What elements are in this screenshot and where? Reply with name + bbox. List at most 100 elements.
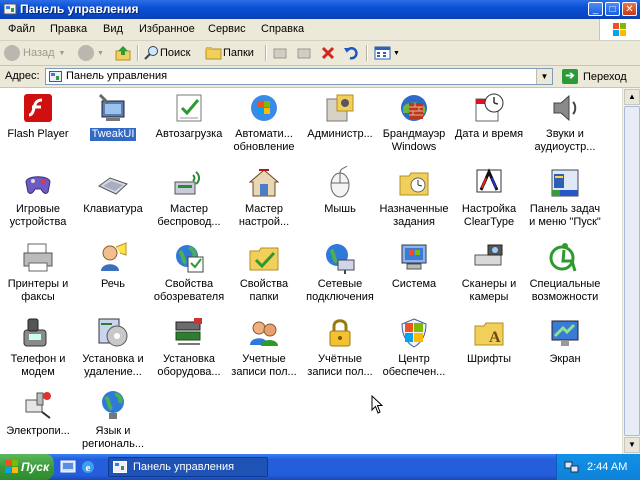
menu-bar: Файл Правка Вид Избранное Сервис Справка (0, 19, 640, 41)
taskbar: Пуск e Панель управления 2:44 AM (0, 454, 640, 480)
item-label: Установка и удаление... (82, 353, 144, 378)
taskbar-window-control-panel[interactable]: Панель управления (108, 457, 268, 477)
item-label: Телефон и модем (10, 353, 66, 378)
control-panel-item-add-remove[interactable]: Установка и удаление... (75, 316, 151, 379)
item-label: Сетевые подключения (306, 278, 374, 303)
control-panel-item-network-connections[interactable]: Сетевые подключения (302, 241, 378, 304)
scroll-down-button[interactable]: ▼ (624, 437, 640, 453)
control-panel-item-cleartype[interactable]: Настройка ClearType (451, 166, 527, 229)
system-icon (397, 241, 431, 275)
item-label: Дата и время (454, 128, 524, 140)
copy-to-button[interactable] (296, 44, 312, 62)
control-panel-item-folder-options[interactable]: Свойства папки (226, 241, 302, 304)
control-panel-item-fonts[interactable]: A Шрифты (451, 316, 527, 366)
scroll-thumb[interactable] (624, 106, 640, 436)
chevron-down-icon: ▼ (58, 49, 66, 57)
control-panel-item-display[interactable]: Экран (527, 316, 603, 366)
up-folder-icon (115, 46, 131, 61)
control-panel-item-scanner[interactable]: Сканеры и камеры (451, 241, 527, 304)
item-label: TweakUI (89, 128, 137, 141)
folders-button[interactable]: Папки (205, 44, 254, 62)
address-input[interactable]: Панель управления ▼ (45, 68, 553, 85)
internet-explorer-icon[interactable]: e (80, 459, 96, 475)
move-to-icon (273, 48, 287, 59)
control-panel-item-windows-update[interactable]: Автомати... обновление (226, 91, 302, 154)
control-panel-item-scheduled-tasks[interactable]: Назначенные задания (376, 166, 452, 229)
control-panel-item-internet-options[interactable]: Свойства обозревателя (151, 241, 227, 304)
control-panel-item-speech[interactable]: Речь (75, 241, 151, 291)
control-panel-item-printer[interactable]: Принтеры и факсы (0, 241, 76, 304)
sound-icon (548, 91, 582, 125)
control-panel-item-taskbar[interactable]: Панель задач и меню "Пуск" (527, 166, 603, 229)
control-panel-item-user-accounts-lock[interactable]: Учётные записи пол... (302, 316, 378, 379)
search-button[interactable]: Поиск (143, 44, 190, 62)
item-label: Автозагрузка (155, 128, 223, 140)
control-panel-item-date-time[interactable]: Дата и время (451, 91, 527, 141)
menu-favorites[interactable]: Избранное (139, 23, 195, 35)
title-bar[interactable]: Панель управления _ □ ✕ (0, 0, 640, 19)
item-label: Установка оборудова... (157, 353, 221, 378)
control-panel-item-security-center[interactable]: Центр обеспечен... (376, 316, 452, 379)
control-panel-item-phone-modem[interactable]: Телефон и модем (0, 316, 76, 379)
chevron-down-icon: ▼ (97, 49, 104, 57)
move-to-button[interactable] (272, 44, 288, 62)
svg-text:e: e (86, 462, 91, 474)
address-bar: Адрес: Панель управления ▼ ➔ Переход (0, 66, 640, 88)
menu-edit[interactable]: Правка (50, 23, 87, 35)
minimize-button[interactable]: _ (588, 2, 603, 16)
control-panel-item-power[interactable]: Электропи... (0, 388, 76, 438)
scroll-up-button[interactable]: ▲ (624, 89, 640, 105)
show-desktop-icon[interactable] (60, 459, 76, 475)
control-panel-item-mouse[interactable]: Мышь (302, 165, 378, 216)
control-panel-item-gamepad[interactable]: Игровые устройства (0, 166, 76, 229)
delete-x-icon (321, 46, 335, 60)
control-panel-item-network-wizard[interactable]: Мастер настрой... (226, 166, 302, 229)
admin-tools-icon (323, 91, 357, 125)
mouse-icon (323, 165, 357, 200)
address-dropdown-button[interactable]: ▼ (536, 69, 552, 84)
control-panel-item-sound[interactable]: Звуки и аудиоустр... (527, 91, 603, 154)
control-panel-item-regional[interactable]: Язык и региональ... (75, 388, 151, 451)
control-panel-item-tweakui[interactable]: TweakUI (75, 91, 151, 141)
control-panel-item-firewall[interactable]: Брандмауэр Windows (376, 91, 452, 154)
control-panel-item-admin-tools[interactable]: Администр... (302, 91, 378, 141)
control-panel-item-wireless-wizard[interactable]: Мастер беспровод... (151, 166, 227, 229)
item-label: Назначенные задания (379, 203, 449, 228)
vertical-scrollbar[interactable]: ▲ ▼ (622, 88, 640, 454)
control-panel-item-keyboard[interactable]: Клавиатура (75, 166, 151, 216)
folders-label: Папки (223, 47, 254, 59)
menu-file[interactable]: Файл (8, 23, 35, 35)
system-tray: 2:44 AM (556, 454, 640, 480)
undo-button[interactable] (343, 44, 359, 62)
gamepad-icon (21, 166, 55, 200)
item-label: Клавиатура (83, 203, 143, 215)
item-label: Свойства папки (239, 278, 289, 303)
control-panel-item-accessibility[interactable]: Специальные возможности (527, 241, 603, 304)
delete-button[interactable] (320, 44, 336, 62)
control-panel-item-autorun[interactable]: Автозагрузка (151, 91, 227, 141)
menu-view[interactable]: Вид (103, 23, 123, 35)
control-panel-item-add-hardware[interactable]: Установка оборудова... (151, 316, 227, 379)
forward-button[interactable]: ▼ (78, 44, 104, 62)
control-panel-item-user-accounts[interactable]: Учетные записи пол... (226, 316, 302, 379)
item-label: Настройка ClearType (461, 203, 517, 228)
add-hardware-icon (172, 316, 206, 350)
views-button[interactable]: ▼ (374, 44, 400, 62)
control-panel-icon (49, 71, 62, 82)
search-icon (144, 46, 158, 60)
network-tray-icon[interactable] (564, 459, 579, 474)
start-button[interactable]: Пуск (0, 454, 54, 480)
chevron-down-icon: ▼ (393, 49, 400, 57)
display-icon (548, 316, 582, 350)
menu-tools[interactable]: Сервис (208, 23, 246, 35)
windows-flag-icon (5, 460, 18, 473)
maximize-button[interactable]: □ (605, 2, 620, 16)
go-button[interactable]: ➔ Переход (562, 69, 627, 84)
close-button[interactable]: ✕ (622, 2, 637, 16)
up-folder-button[interactable] (115, 44, 133, 62)
control-panel-item-system[interactable]: Система (376, 241, 452, 291)
printer-icon (21, 241, 55, 275)
menu-help[interactable]: Справка (261, 23, 304, 35)
control-panel-item-flash-player[interactable]: Flash Player (0, 91, 76, 141)
back-button[interactable]: Назад ▼ (4, 44, 65, 62)
